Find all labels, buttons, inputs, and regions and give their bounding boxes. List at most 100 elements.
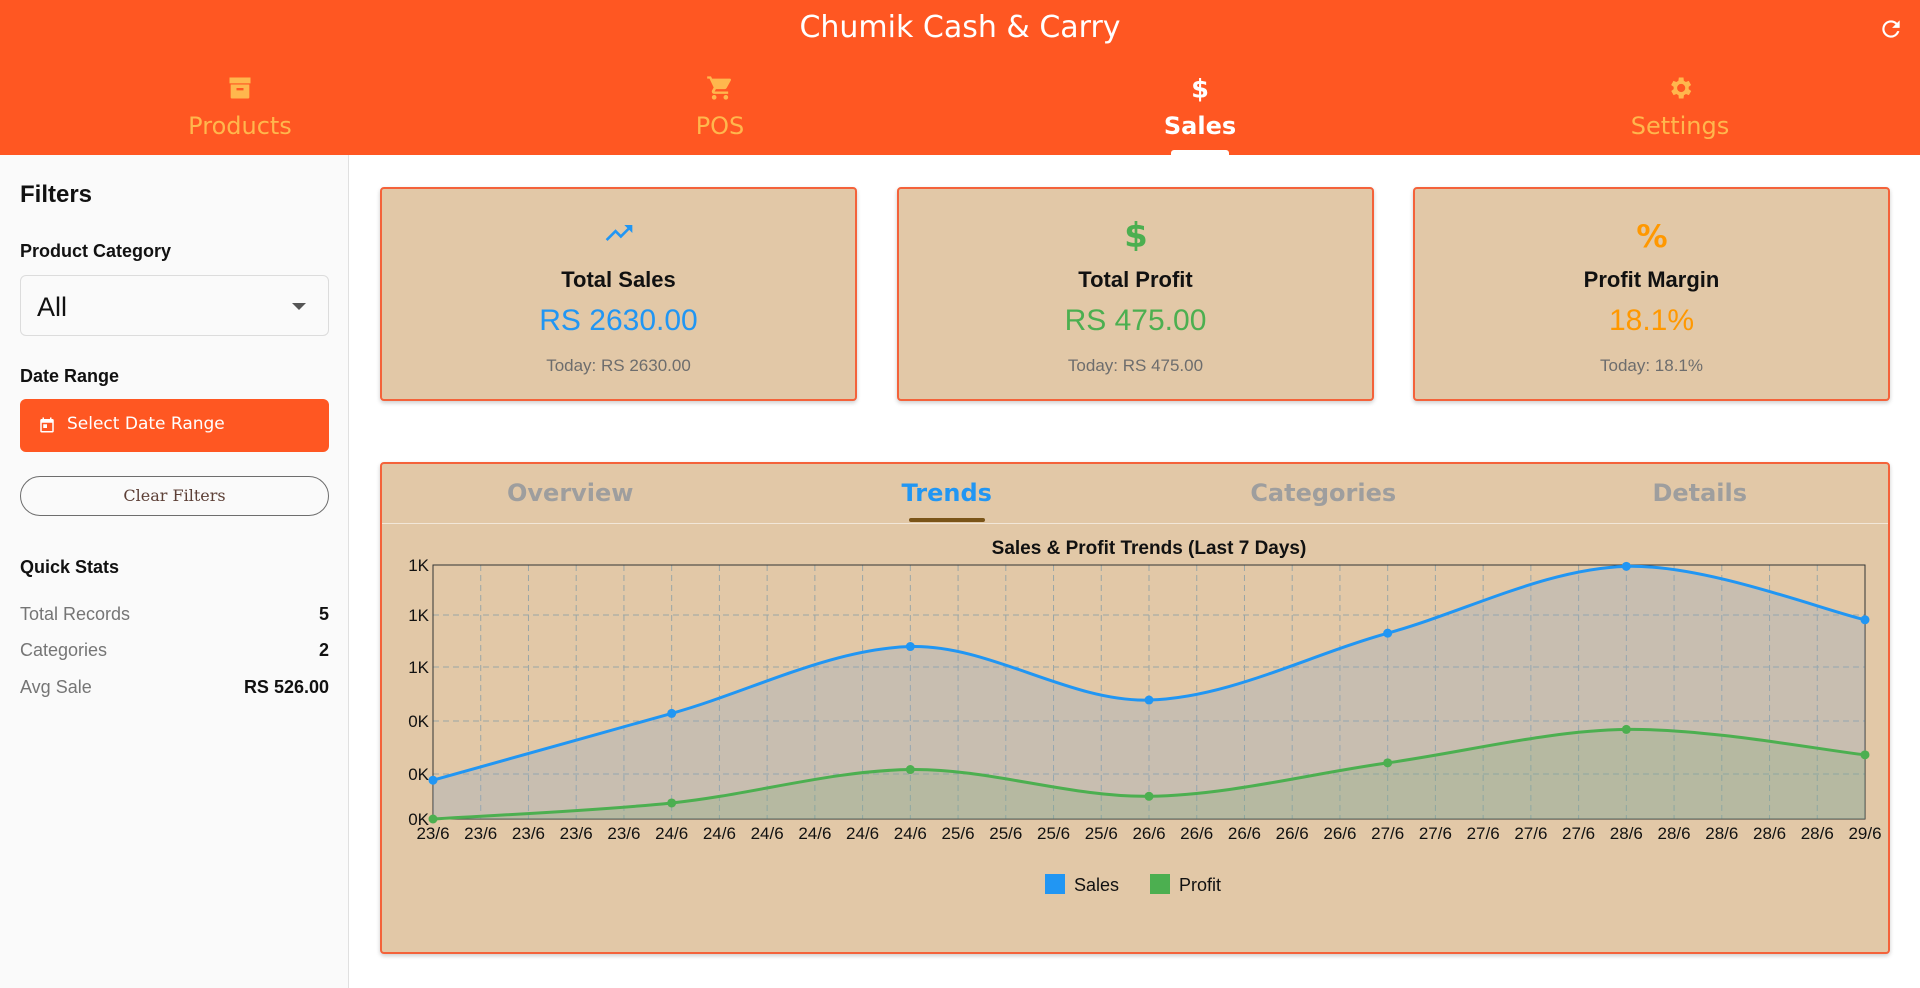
nav-tab-sales[interactable]: $ Sales xyxy=(960,62,1440,155)
point-profit xyxy=(1860,750,1870,760)
point-sales xyxy=(667,708,677,718)
x-tick-label: 23/6 xyxy=(607,824,640,843)
x-tick-label: 29/6 xyxy=(1848,824,1881,843)
tab-trends[interactable]: Trends xyxy=(759,464,1136,524)
tab-overview[interactable]: Overview xyxy=(382,464,759,524)
point-sales xyxy=(1860,615,1870,625)
stat-key: Avg Sale xyxy=(20,677,92,697)
stat-value: RS 526.00 xyxy=(243,677,329,697)
analytics-tabs: Overview Trends Categories Details xyxy=(382,464,1888,524)
y-tick-label: 1K xyxy=(408,556,429,575)
select-date-range-label: Select Date Range xyxy=(67,414,225,434)
total-sales-card: Total Sales RS 2630.00 Today: RS 2630.00 xyxy=(380,187,857,401)
calendar-icon xyxy=(38,416,56,439)
x-tick-label: 24/6 xyxy=(703,824,736,843)
profit-margin-card: % Profit Margin 18.1% Today: 18.1% xyxy=(1413,187,1890,401)
nav-active-indicator xyxy=(1171,150,1229,155)
legend-label-profit: Profit xyxy=(1179,875,1221,895)
product-category-select[interactable]: All xyxy=(20,275,329,336)
category-select-value: All xyxy=(37,292,68,322)
cart-icon xyxy=(480,74,960,102)
x-tick-label: 23/6 xyxy=(464,824,497,843)
nav-tab-products[interactable]: Products xyxy=(0,62,480,155)
card-subtext: Today: RS 2630.00 xyxy=(546,356,691,375)
percent-icon: % xyxy=(1415,217,1888,251)
y-tick-label: 0K xyxy=(408,765,429,784)
x-tick-label: 26/6 xyxy=(1323,824,1356,843)
date-range-label: Date Range xyxy=(20,366,120,386)
y-tick-label: 1K xyxy=(408,606,429,625)
tab-categories[interactable]: Categories xyxy=(1135,464,1512,524)
nav-label-pos: POS xyxy=(695,112,745,140)
point-profit xyxy=(1144,791,1154,801)
y-tick-label: 1K xyxy=(408,658,429,677)
x-tick-label: 24/6 xyxy=(751,824,784,843)
tab-label: Details xyxy=(1652,479,1748,507)
x-tick-label: 25/6 xyxy=(989,824,1022,843)
x-tick-label: 28/6 xyxy=(1705,824,1738,843)
card-value: RS 475.00 xyxy=(1064,304,1207,337)
point-profit xyxy=(428,814,438,824)
gear-icon xyxy=(1440,74,1920,102)
legend-swatch-sales xyxy=(1045,874,1065,894)
svg-text:$: $ xyxy=(1191,74,1209,102)
point-sales xyxy=(1621,561,1631,571)
x-tick-label: 26/6 xyxy=(1276,824,1309,843)
dollar-icon: $ xyxy=(960,74,1440,102)
x-tick-label: 26/6 xyxy=(1132,824,1165,843)
trends-chart: Sales & Profit Trends (Last 7 Days) 23/6 2… xyxy=(408,538,1881,895)
nav-tab-settings[interactable]: Settings xyxy=(1440,62,1920,155)
tab-label: Trends xyxy=(901,479,992,507)
clear-filters-button[interactable]: Clear Filters xyxy=(20,476,329,516)
x-tick-label: 25/6 xyxy=(942,824,975,843)
x-tick-label: 24/6 xyxy=(798,824,831,843)
x-tick-label: 27/6 xyxy=(1467,824,1500,843)
x-tick-label: 25/6 xyxy=(1037,824,1070,843)
main-nav: Products POS $ Sales Settings xyxy=(0,62,1920,155)
x-tick-label: 26/6 xyxy=(1228,824,1261,843)
tab-active-indicator xyxy=(909,518,985,522)
tab-label: Overview xyxy=(507,479,634,507)
legend-swatch-profit xyxy=(1150,874,1170,894)
x-tick-label: 28/6 xyxy=(1610,824,1643,843)
x-tick-label: 28/6 xyxy=(1801,824,1834,843)
refresh-icon[interactable] xyxy=(1878,16,1904,42)
card-title: Profit Margin xyxy=(1583,267,1720,292)
point-sales xyxy=(905,642,915,652)
x-tick-label: 27/6 xyxy=(1419,824,1452,843)
tab-label: Categories xyxy=(1250,479,1397,507)
filters-title: Filters xyxy=(20,181,93,208)
nav-label-products: Products xyxy=(188,112,292,140)
svg-text:$: $ xyxy=(1124,217,1148,251)
point-sales xyxy=(428,775,438,785)
x-tick-label: 25/6 xyxy=(1085,824,1118,843)
filters-sidebar: Filters Product Category All Date Range … xyxy=(0,155,349,988)
x-tick-label: 27/6 xyxy=(1371,824,1404,843)
x-tick-label: 24/6 xyxy=(655,824,688,843)
product-category-label: Product Category xyxy=(20,241,172,261)
stat-row-total-records: Total Records 5 xyxy=(20,604,329,628)
chart-title: Sales & Profit Trends (Last 7 Days) xyxy=(992,538,1307,559)
x-tick-label: 24/6 xyxy=(846,824,879,843)
point-profit xyxy=(905,765,915,775)
point-profit xyxy=(667,798,677,808)
stat-value: 2 xyxy=(318,640,329,660)
x-tick-label: 24/6 xyxy=(894,824,927,843)
dollar-icon: $ xyxy=(899,217,1372,251)
x-tick-label: 26/6 xyxy=(1180,824,1213,843)
stat-key: Total Records xyxy=(20,604,131,624)
card-value: 18.1% xyxy=(1608,304,1695,337)
x-tick-label: 28/6 xyxy=(1658,824,1691,843)
nav-tab-pos[interactable]: POS xyxy=(480,62,960,155)
stat-value: 5 xyxy=(318,604,329,624)
trending-up-icon xyxy=(382,217,855,249)
select-date-range-button[interactable]: Select Date Range xyxy=(20,399,329,452)
card-value: RS 2630.00 xyxy=(539,304,698,337)
stat-key: Categories xyxy=(20,640,108,660)
quick-stats-title: Quick Stats xyxy=(20,557,120,577)
tab-details[interactable]: Details xyxy=(1512,464,1889,524)
analytics-panel: Overview Trends Categories Details Sales… xyxy=(380,462,1890,954)
total-profit-card: $ Total Profit RS 475.00 Today: RS 475.0… xyxy=(897,187,1374,401)
card-subtext: Today: RS 475.00 xyxy=(1067,356,1204,375)
card-title: Total Profit xyxy=(1078,267,1193,292)
